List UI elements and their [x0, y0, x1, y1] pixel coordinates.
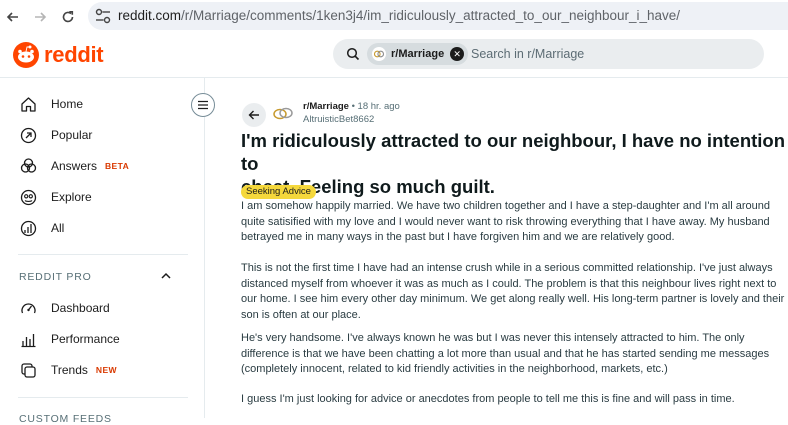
paragraph-line: our home. I see him every other day mini… [241, 293, 785, 305]
back-arrow-icon [248, 110, 259, 120]
post-time: • 18 hr. ago [351, 101, 400, 112]
sidebar-item-dashboard[interactable]: Dashboard [18, 294, 110, 322]
paragraph-line: betrayed me in many ways in the past but… [241, 231, 675, 243]
sidebar-item-all[interactable]: All [18, 214, 64, 242]
back-arrow-icon[interactable] [2, 6, 24, 28]
sidebar-item-home[interactable]: Home [18, 90, 83, 118]
logo-text: reddit [44, 42, 104, 67]
search-placeholder: Search in r/Marriage [471, 47, 585, 61]
paragraph-line: distanced myself from whoever it was as … [241, 277, 777, 290]
url-path: /r/Marriage/comments/1ken3j4/im_ridiculo… [181, 8, 681, 23]
url-text: reddit.com/r/Marriage/comments/1ken3j4/i… [118, 8, 680, 23]
paragraph-line: This is not the first time I have had an… [241, 262, 773, 274]
subreddit-link[interactable]: r/Marriage [303, 101, 349, 112]
paragraph-line: He's very handsome. I've always known he… [241, 332, 745, 344]
answers-icon [18, 156, 38, 176]
search-chip-label: r/Marriage [391, 48, 445, 60]
sidebar-item-label: Trends [51, 363, 88, 377]
reload-icon[interactable] [57, 6, 79, 28]
paragraph-line: (completely innocent, related to kid fri… [241, 363, 668, 375]
custom-feeds-section-title[interactable]: CUSTOM FEEDS [19, 413, 112, 425]
sidebar-divider [18, 397, 188, 398]
address-bar[interactable]: reddit.com/r/Marriage/comments/1ken3j4/i… [88, 2, 788, 30]
menu-icon [198, 100, 208, 110]
snoo-icon [13, 42, 39, 68]
subreddit-rings-icon [372, 47, 386, 61]
sidebar-divider [18, 254, 188, 255]
search-scope-chip[interactable]: r/Marriage ✕ [367, 43, 469, 65]
url-host: reddit.com [118, 8, 182, 23]
browser-toolbar: reddit.com/r/Marriage/comments/1ken3j4/i… [0, 0, 788, 34]
paragraph-line: difference is that we have been chatting… [241, 347, 770, 360]
explore-icon [18, 187, 38, 207]
sidebar-item-label: Answers [51, 159, 98, 173]
sidebar-item-trends[interactable]: Trends NEW [18, 356, 117, 384]
new-badge: NEW [95, 365, 117, 375]
paragraph-line: son is often at our place. [241, 308, 361, 321]
trends-icon [18, 360, 38, 380]
post-title-line: I'm ridiculously attracted to our neighb… [241, 130, 786, 174]
reddit-pro-section-title[interactable]: REDDIT PRO [19, 271, 92, 283]
sidebar-item-label: All [51, 221, 65, 235]
home-icon [18, 94, 38, 114]
post-author[interactable]: AltruisticBet8662 [303, 114, 374, 125]
performance-icon [18, 329, 38, 349]
site-header: reddit r/Marriage ✕ Search in r/Marriage [0, 33, 788, 78]
popular-icon [18, 125, 38, 145]
collapse-sidebar-button[interactable] [191, 93, 215, 117]
search-bar[interactable]: r/Marriage ✕ Search in r/Marriage [333, 39, 764, 69]
sidebar-item-popular[interactable]: Popular [18, 121, 92, 149]
chevron-up-icon[interactable] [160, 271, 172, 281]
paragraph-line: I am somehow happily married. We have tw… [241, 200, 770, 212]
beta-badge: BETA [105, 161, 130, 171]
sidebar-item-performance[interactable]: Performance [18, 325, 120, 353]
sidebar-item-answers[interactable]: Answers BETA [18, 152, 129, 180]
sidebar-item-label: Performance [51, 332, 120, 346]
left-sidebar: Home Popular Answers BETA Explore All RE… [0, 78, 205, 425]
site-settings-icon[interactable] [94, 8, 112, 24]
post-title-line: cheat. Feeling so much guilt. [241, 176, 495, 197]
post-title: I'm ridiculously attracted to our neighb… [241, 129, 786, 198]
sidebar-item-label: Dashboard [51, 301, 110, 315]
post-paragraph: He's very handsome. I've always known he… [241, 331, 788, 378]
forward-arrow-icon[interactable] [29, 6, 51, 28]
subreddit-rings-icon[interactable] [272, 105, 294, 121]
paragraph-line: I guess I'm just looking for advice or a… [241, 393, 735, 405]
sidebar-item-explore[interactable]: Explore [18, 183, 92, 211]
post-paragraph: This is not the first time I have had an… [241, 261, 788, 323]
post-paragraph: I am somehow happily married. We have tw… [241, 199, 788, 246]
reddit-logo[interactable]: reddit [13, 42, 104, 68]
subreddit-line: r/Marriage • 18 hr. ago [303, 101, 400, 112]
post-flair[interactable]: Seeking Advice [241, 185, 316, 199]
post-paragraph: I guess I'm just looking for advice or a… [241, 392, 788, 408]
sidebar-item-label: Explore [51, 190, 92, 204]
search-icon [346, 47, 360, 61]
all-icon [18, 218, 38, 238]
close-icon[interactable]: ✕ [450, 47, 465, 61]
sidebar-item-label: Home [51, 97, 84, 111]
paragraph-line: quite satisified with my love and I woul… [241, 215, 770, 228]
back-button[interactable] [242, 103, 266, 127]
dashboard-icon [18, 298, 38, 318]
sidebar-item-label: Popular [51, 128, 93, 142]
